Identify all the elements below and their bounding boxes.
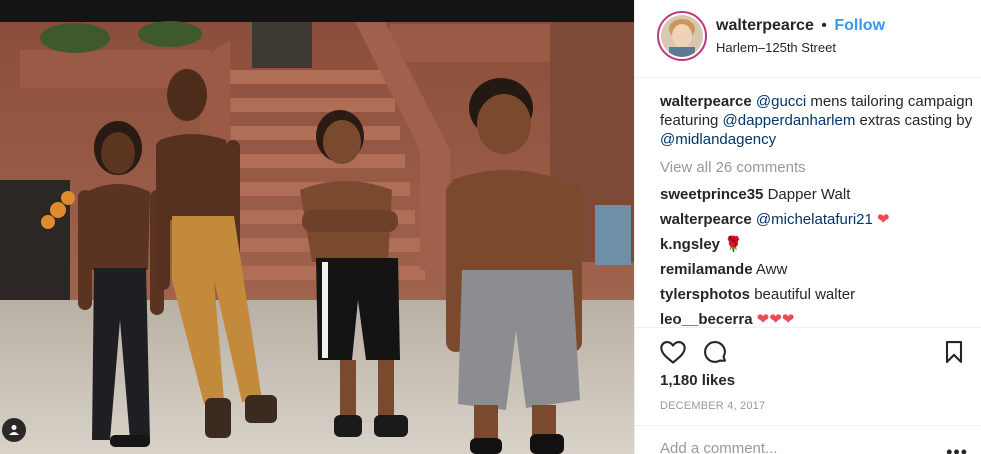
comment-username[interactable]: k.ngsley — [660, 236, 720, 253]
post-header: walterpearce • Follow Harlem–125th Stree… — [635, 0, 981, 78]
more-options-button[interactable]: ••• — [946, 442, 968, 454]
avatar[interactable] — [657, 11, 707, 61]
follow-button[interactable]: Follow — [834, 17, 885, 34]
comment-text: Dapper Walt — [767, 186, 851, 203]
comment-username[interactable]: remilamande — [660, 261, 753, 278]
comment-text: beautiful walter — [754, 286, 856, 303]
comment-item: walterpearce @michelatafuri21 ❤ — [660, 210, 978, 229]
heart-emoji-icon: ❤❤❤ — [756, 311, 795, 328]
action-bar — [635, 327, 981, 371]
post-sidebar: walterpearce • Follow Harlem–125th Stree… — [634, 0, 981, 454]
mention-link[interactable]: @dapperdanharlem — [723, 112, 856, 129]
heart-icon[interactable] — [659, 338, 687, 366]
mention-link[interactable]: @michelatafuri21 — [756, 211, 873, 228]
post-photo[interactable] — [0, 0, 634, 454]
comment-icon[interactable] — [701, 338, 729, 366]
comment-username[interactable]: tylersphotos — [660, 286, 750, 303]
caption-username[interactable]: walterpearce — [660, 93, 752, 110]
likes-count[interactable]: 1,180 likes — [660, 372, 735, 389]
comments-section: walterpearce @gucci mens tailoring campa… — [660, 92, 978, 328]
comment-item: sweetprince35 Dapper Walt — [660, 185, 978, 204]
photo-illustration — [0, 0, 634, 454]
comment-username[interactable]: walterpearce — [660, 211, 752, 228]
mention-link[interactable]: @gucci — [756, 93, 806, 110]
comment-item: leo__becerra ❤❤❤ — [660, 310, 978, 328]
rose-emoji-icon: 🌹 — [724, 236, 743, 253]
comment-username[interactable]: leo__becerra — [660, 311, 753, 328]
user-tag-icon[interactable] — [2, 418, 26, 442]
comment-item: remilamande Aww — [660, 260, 978, 279]
comment-username[interactable]: sweetprince35 — [660, 186, 763, 203]
post-caption: walterpearce @gucci mens tailoring campa… — [660, 92, 978, 149]
location-link[interactable]: Harlem–125th Street — [716, 40, 836, 55]
post-date: DECEMBER 4, 2017 — [660, 400, 766, 412]
header-username[interactable]: walterpearce — [716, 17, 814, 34]
caption-text: extras casting by — [855, 112, 973, 129]
header-separator: • — [821, 17, 827, 34]
view-all-comments-link[interactable]: View all 26 comments — [660, 158, 978, 177]
comment-item: tylersphotos beautiful walter — [660, 285, 978, 304]
comment-item: k.ngsley 🌹 — [660, 235, 978, 254]
header-user-line: walterpearce • Follow — [716, 17, 885, 35]
heart-emoji-icon: ❤ — [877, 211, 890, 228]
add-comment-bar: Add a comment... ••• — [635, 425, 981, 454]
add-comment-input[interactable]: Add a comment... — [660, 440, 778, 454]
avatar-image — [661, 15, 703, 57]
comment-text: Aww — [755, 261, 788, 278]
mention-link[interactable]: @midlandagency — [660, 131, 776, 148]
bookmark-icon[interactable] — [940, 338, 968, 366]
instagram-post: walterpearce • Follow Harlem–125th Stree… — [0, 0, 981, 454]
